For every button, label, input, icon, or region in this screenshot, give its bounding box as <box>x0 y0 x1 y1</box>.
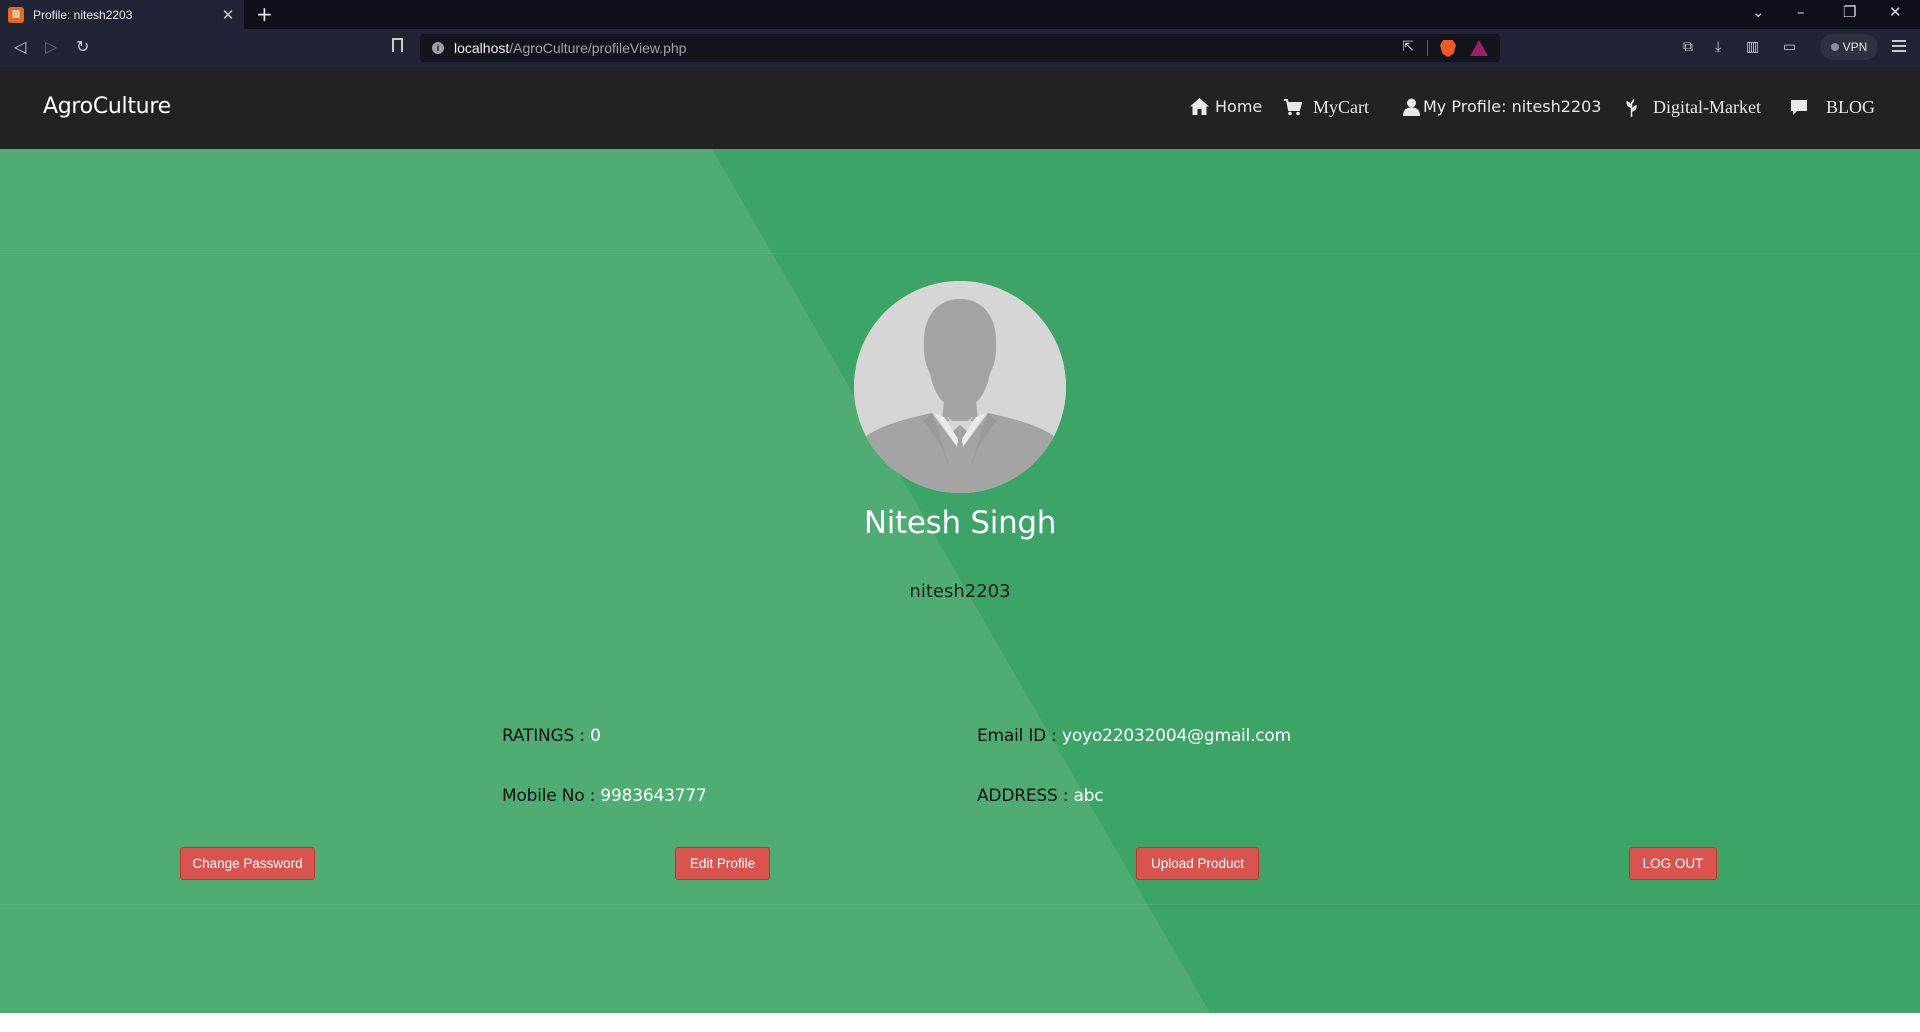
nav-label-mycart: MyCart <box>1313 97 1369 117</box>
vpn-label: VPN <box>1842 40 1868 54</box>
address-value: abc <box>1073 786 1104 806</box>
vpn-status-icon <box>1830 43 1839 51</box>
url-path: /AgroCulture/profileView.php <box>509 40 687 56</box>
leaf-icon <box>1626 98 1637 117</box>
ratings-row: RATINGS : 0 <box>502 726 601 746</box>
browser-tab-bar: ⊠ Profile: nitesh2203 ✕ + ⌄ – ❐ ✕ <box>0 0 1920 29</box>
log-out-button[interactable]: LOG OUT <box>1629 847 1717 880</box>
browser-tab-profile[interactable]: ⊠ Profile: nitesh2203 ✕ <box>0 0 244 29</box>
nav-item-mycart[interactable]: MyCart <box>1284 97 1369 118</box>
browser-toolbar: ◁ ▷ ↻ i localhost/AgroCulture/profileVie… <box>0 29 1920 67</box>
profile-hero-section: Nitesh Singh nitesh2203 RATINGS : 0 Emai… <box>0 149 1920 1013</box>
profile-username: nitesh2203 <box>909 581 1011 602</box>
brand-logo-text[interactable]: AgroCulture <box>43 94 171 119</box>
tab-list-chevron-icon[interactable]: ⌄ <box>1752 3 1765 21</box>
address-row: ADDRESS : abc <box>977 786 1104 806</box>
extensions-icon[interactable]: ⧉ <box>1683 39 1693 55</box>
brave-rewards-icon[interactable] <box>1470 40 1488 56</box>
nav-item-digital-market[interactable]: Digital-Market <box>1625 97 1761 118</box>
default-user-silhouette-icon <box>854 281 1066 493</box>
xampp-favicon-icon: ⊠ <box>8 6 24 23</box>
nav-item-blog[interactable]: BLOG <box>1790 97 1875 118</box>
brave-shields-icon[interactable] <box>1440 40 1456 57</box>
tab-close-icon[interactable]: ✕ <box>220 6 236 24</box>
address-bar[interactable]: i localhost/AgroCulture/profileView.php … <box>420 34 1500 62</box>
close-window-icon[interactable]: ✕ <box>1889 3 1902 21</box>
minimize-window-icon[interactable]: – <box>1797 3 1805 21</box>
tab-title: Profile: nitesh2203 <box>33 7 133 22</box>
vpn-button[interactable]: VPN <box>1820 34 1878 60</box>
page-bottom-area <box>0 1013 1920 1032</box>
home-icon <box>1190 98 1209 115</box>
restore-window-icon[interactable]: ❐ <box>1843 3 1856 21</box>
nav-label-home: Home <box>1215 97 1263 116</box>
bookmark-icon[interactable] <box>392 38 403 52</box>
new-tab-button[interactable]: + <box>256 2 273 26</box>
nav-item-my-profile[interactable]: My Profile: nitesh2203 <box>1403 97 1601 116</box>
ratings-label: RATINGS : <box>502 726 591 746</box>
wallet-icon[interactable]: ▭ <box>1783 39 1796 55</box>
comment-icon <box>1791 100 1807 115</box>
url-host: localhost <box>454 40 510 56</box>
share-icon[interactable]: ⇱ <box>1402 39 1414 55</box>
back-icon[interactable]: ◁ <box>14 37 26 56</box>
change-password-button[interactable]: Change Password <box>180 847 315 880</box>
hamburger-menu-icon[interactable] <box>1892 40 1906 52</box>
mobile-row: Mobile No : 9983643777 <box>502 786 707 806</box>
mobile-value: 9983643777 <box>600 786 707 806</box>
site-navbar: AgroCulture Home MyCart My Profile: nite… <box>0 67 1920 149</box>
edit-profile-button[interactable]: Edit Profile <box>675 847 770 880</box>
ratings-value: 0 <box>590 726 601 746</box>
email-value: yoyo22032004@gmail.com <box>1062 726 1291 746</box>
email-label: Email ID : <box>977 726 1063 746</box>
site-info-icon[interactable]: i <box>432 42 444 54</box>
forward-icon[interactable]: ▷ <box>45 37 57 56</box>
email-row: Email ID : yoyo22032004@gmail.com <box>977 726 1291 746</box>
sidebar-icon[interactable]: ▥ <box>1746 39 1759 55</box>
address-label: ADDRESS : <box>977 786 1074 806</box>
cart-icon <box>1284 99 1302 116</box>
profile-avatar <box>854 281 1066 493</box>
mobile-label: Mobile No : <box>502 786 601 806</box>
user-icon <box>1403 98 1420 116</box>
nav-label-my-profile: My Profile: nitesh2203 <box>1423 97 1602 116</box>
nav-label-digital-market: Digital-Market <box>1653 97 1761 117</box>
reload-icon[interactable]: ↻ <box>76 37 89 56</box>
upload-product-button[interactable]: Upload Product <box>1136 847 1259 880</box>
nav-item-home[interactable]: Home <box>1190 97 1262 116</box>
downloads-icon[interactable]: ⤓ <box>1715 39 1721 55</box>
url-separator <box>1427 40 1428 56</box>
profile-full-name: Nitesh Singh <box>863 505 1057 541</box>
nav-label-blog: BLOG <box>1826 97 1875 117</box>
